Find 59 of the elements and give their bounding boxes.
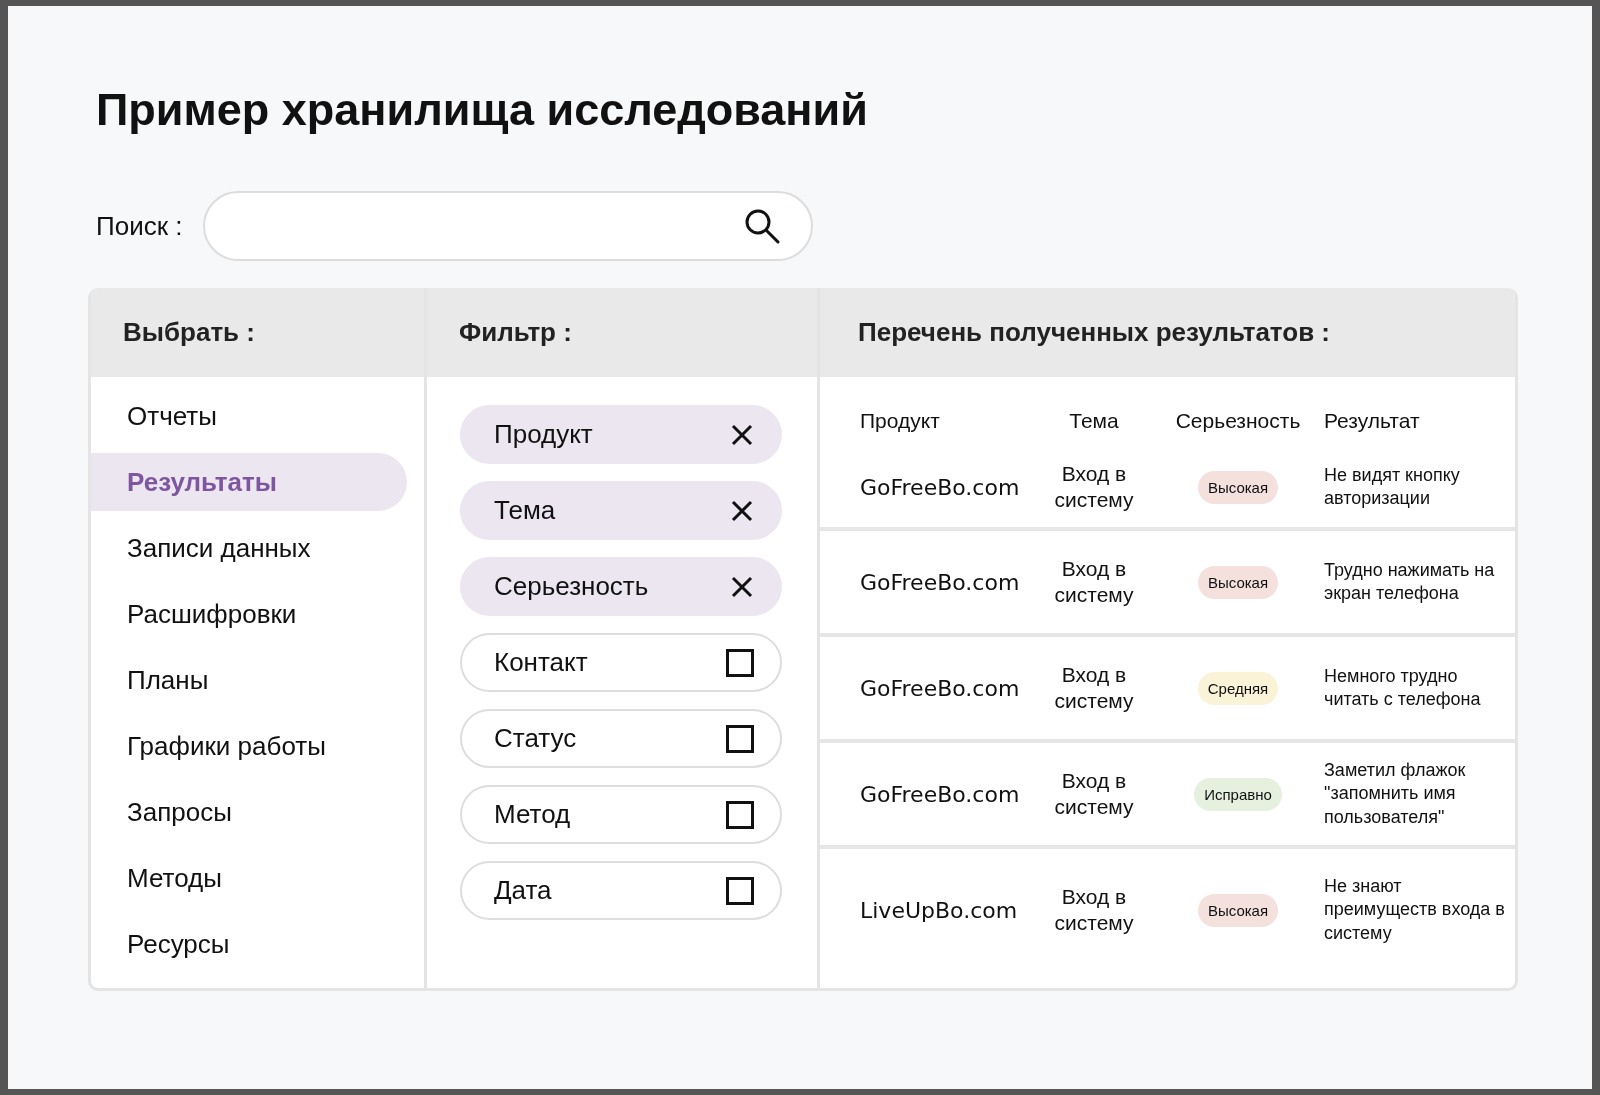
severity-tag: Высокая: [1197, 565, 1279, 599]
filter-label: Тема: [494, 495, 556, 526]
filter-label: Статус: [494, 723, 577, 754]
panel-heading: Перечень полученных результатов :: [858, 317, 1330, 348]
close-icon: [730, 574, 754, 599]
table-cell-text: Вход в систему: [1053, 460, 1135, 513]
severity-tag: Средняя: [1197, 671, 1279, 705]
filter-chip[interactable]: Контакт: [460, 633, 782, 692]
column-header: Продукт: [859, 409, 941, 433]
sidebar-item[interactable]: Запросы: [91, 783, 407, 841]
filter-chip[interactable]: Метод: [460, 785, 782, 844]
column-header: Серьезность: [1174, 409, 1302, 433]
sidebar-item[interactable]: Результаты: [91, 453, 407, 511]
severity-tag: Высокая: [1197, 893, 1279, 927]
checkbox-icon: [726, 800, 754, 829]
close-icon: [730, 498, 754, 523]
severity-tag: Высокая: [1197, 470, 1279, 504]
filter-chip[interactable]: Дата: [460, 861, 782, 920]
filter-chip[interactable]: Серьезность: [460, 557, 782, 616]
sidebar-item[interactable]: Расшифровки: [91, 585, 407, 643]
table-cell-text: Вход в систему: [1053, 661, 1135, 714]
page-title: Пример хранилища исследований: [96, 84, 869, 136]
sidebar-item[interactable]: Графики работы: [91, 717, 407, 775]
table-cell-text: GoFreeBo.com: [859, 675, 1020, 701]
table-cell-text: GoFreeBo.com: [859, 569, 1020, 595]
filter-label: Дата: [494, 875, 552, 906]
table-cell-text: Вход в систему: [1053, 883, 1135, 936]
checkbox-icon: [726, 648, 754, 677]
sidebar-item[interactable]: Планы: [91, 651, 407, 709]
table-cell-text: Вход в систему: [1053, 555, 1135, 608]
filter-chip[interactable]: Статус: [460, 709, 782, 768]
checkbox-icon: [726, 724, 754, 753]
filter-chip[interactable]: Тема: [460, 481, 782, 540]
table-cell-text: Заметил флажок "запомнить имя пользователя": [1323, 758, 1467, 829]
table-cell-text: GoFreeBo.com: [859, 474, 1020, 500]
filter-label: Контакт: [494, 647, 588, 678]
table-cell-text: Вход в систему: [1053, 767, 1135, 820]
table-cell-text: LiveUpBo.com: [859, 897, 1019, 923]
column-header: Тема: [1068, 409, 1120, 433]
filter-label: Метод: [494, 799, 571, 830]
filter-label: Продукт: [494, 419, 593, 450]
severity-tag: Исправно: [1194, 777, 1282, 811]
close-icon: [730, 422, 754, 447]
panel-heading: Выбрать :: [123, 317, 255, 348]
checkbox-icon: [726, 876, 754, 905]
table-cell-text: GoFreeBo.com: [859, 781, 1020, 807]
sidebar-item[interactable]: Отчеты: [91, 387, 407, 445]
search-label: Поиск :: [96, 210, 183, 242]
panel-heading: Фильтр :: [459, 317, 572, 348]
table-cell-text: Не знают преимуществ входа в систему: [1323, 874, 1506, 945]
sidebar-item[interactable]: Методы: [91, 849, 407, 907]
column-header: Результат: [1323, 409, 1421, 433]
table-cell-text: Немного трудно читать с телефона: [1323, 664, 1482, 711]
filter-label: Серьезность: [494, 571, 649, 602]
table-cell-text: Трудно нажимать на экран телефона: [1323, 558, 1496, 605]
filter-chip[interactable]: Продукт: [460, 405, 782, 464]
sidebar-item[interactable]: Ресурсы: [91, 915, 407, 973]
sidebar-item[interactable]: Записи данных: [91, 519, 407, 577]
table-cell-text: Не видят кнопку авторизации: [1323, 463, 1461, 510]
